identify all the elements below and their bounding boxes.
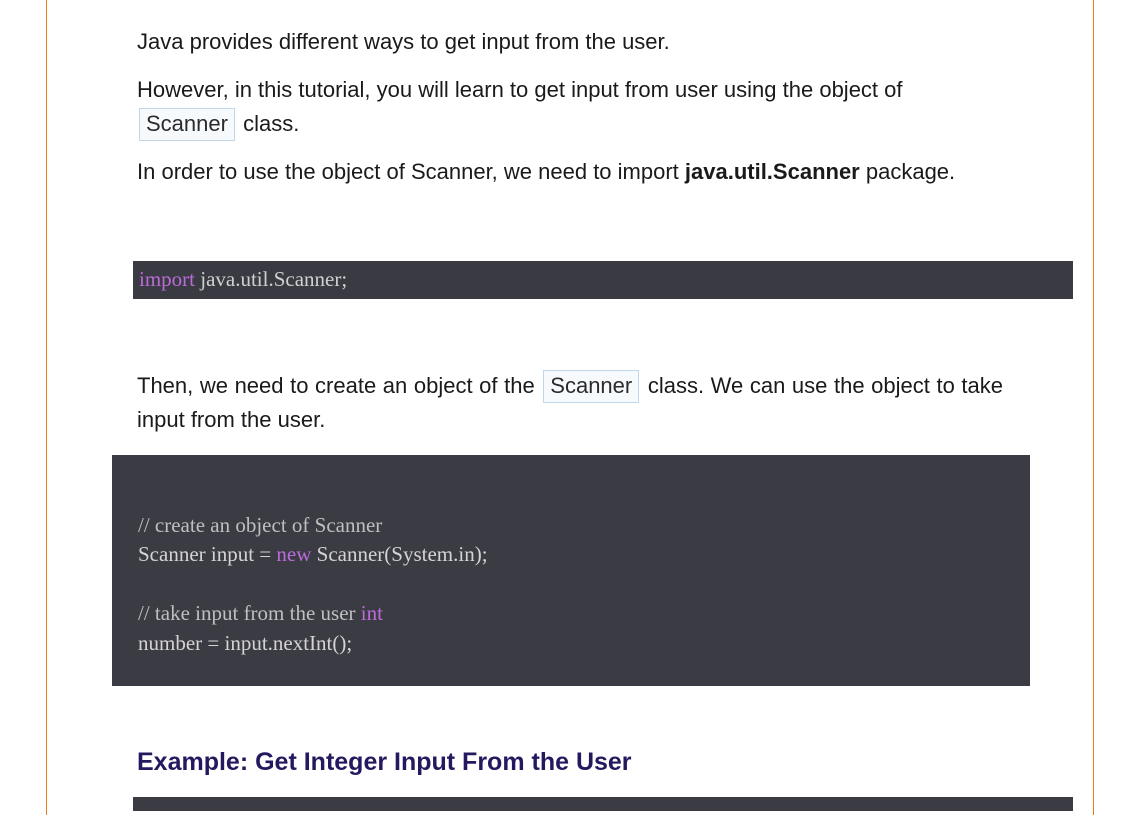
keyword-int: int	[361, 601, 383, 625]
code-block-scanner-usage: // create an object of Scanner Scanner i…	[112, 455, 1030, 686]
content-area: Java provides different ways to get inpu…	[47, 0, 1093, 811]
paragraph-import: In order to use the object of Scanner, w…	[137, 155, 1003, 189]
bold-package: java.util.Scanner	[685, 159, 860, 184]
code-line-nextint: number = input.nextInt();	[138, 629, 1004, 658]
text-scanner-b: class.	[237, 111, 299, 136]
code-line-take-input: // take input from the user int	[138, 599, 1004, 628]
spacer	[137, 299, 1003, 369]
code-import-rest: java.util.Scanner;	[195, 267, 347, 291]
code-blank-line	[138, 570, 1004, 599]
code-new-a: Scanner input =	[138, 542, 276, 566]
paragraph-intro: Java provides different ways to get inpu…	[137, 25, 1003, 59]
code-comment-take: // take input from the user	[138, 601, 361, 625]
page-border: Java provides different ways to get inpu…	[46, 0, 1094, 815]
code-block-example-start	[133, 797, 1073, 811]
inline-code-scanner-1: Scanner	[139, 108, 235, 141]
text-import-b: package.	[860, 159, 955, 184]
heading-example: Example: Get Integer Input From the User	[137, 748, 1003, 777]
keyword-import: import	[139, 267, 195, 291]
keyword-new: new	[276, 542, 311, 566]
inline-code-scanner-2: Scanner	[543, 370, 639, 403]
paragraph-create-object: Then, we need to create an object of the…	[137, 369, 1003, 437]
paragraph-scanner-class: However, in this tutorial, you will lear…	[137, 73, 1003, 141]
code-block-import: import java.util.Scanner;	[133, 261, 1073, 298]
code-comment-create: // create an object of Scanner	[138, 511, 1004, 540]
text-create-a: Then, we need to create an object of the	[137, 373, 541, 398]
code-line-new-scanner: Scanner input = new Scanner(System.in);	[138, 540, 1004, 569]
text-scanner-a: However, in this tutorial, you will lear…	[137, 77, 903, 102]
text-import-a: In order to use the object of Scanner, w…	[137, 159, 685, 184]
code-new-b: Scanner(System.in);	[311, 542, 487, 566]
text-intro: Java provides different ways to get inpu…	[137, 29, 670, 54]
